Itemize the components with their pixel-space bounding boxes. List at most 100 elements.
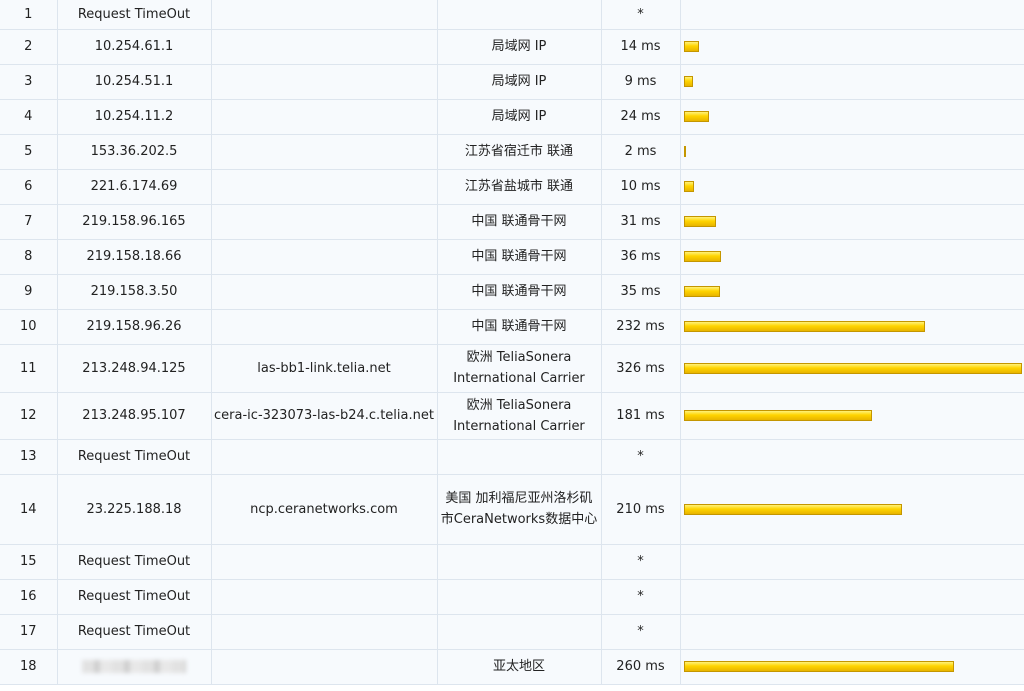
latency-bar-cell [680, 309, 1024, 345]
hop-location: 中国 联通骨干网 [437, 309, 602, 345]
table-row: 8 219.158.18.66 中国 联通骨干网 36 ms [0, 239, 1024, 275]
hop-time: 326 ms [601, 344, 681, 393]
hop-location: 欧洲 TeliaSonera International Carrier [437, 392, 602, 440]
hop-number: 11 [0, 344, 58, 393]
hop-location: 江苏省盐城市 联通 [437, 169, 602, 205]
hop-ip: 10.254.51.1 [57, 64, 212, 100]
hop-location [437, 0, 602, 30]
hop-hostname: ncp.ceranetworks.com [211, 474, 438, 545]
hop-hostname [211, 29, 438, 65]
latency-bar-cell [680, 649, 1024, 685]
hop-location [437, 579, 602, 615]
latency-bar [683, 362, 1022, 374]
table-row: 1 Request TimeOut * [0, 0, 1024, 30]
table-row: 7 219.158.96.165 中国 联通骨干网 31 ms [0, 204, 1024, 240]
hop-ip: 219.158.96.26 [57, 309, 212, 345]
hop-number: 7 [0, 204, 58, 240]
hop-location [437, 544, 602, 580]
latency-bar-cell [680, 579, 1024, 615]
hop-ip: 221.6.174.69 [57, 169, 212, 205]
hop-ip: Request TimeOut [57, 544, 212, 580]
table-row: 2 10.254.61.1 局域网 IP 14 ms [0, 29, 1024, 65]
table-row: 3 10.254.51.1 局域网 IP 9 ms [0, 64, 1024, 100]
hop-hostname [211, 99, 438, 135]
latency-bar-cell [680, 344, 1024, 393]
table-row: 15 Request TimeOut * [0, 544, 1024, 580]
hop-number: 8 [0, 239, 58, 275]
hop-ip: 213.248.94.125 [57, 344, 212, 393]
hop-number: 5 [0, 134, 58, 170]
hop-hostname: cera-ic-323073-las-b24.c.telia.net [211, 392, 438, 440]
hop-hostname [211, 239, 438, 275]
latency-bar-cell [680, 99, 1024, 135]
hop-hostname: las-bb1-link.telia.net [211, 344, 438, 393]
hop-time: 210 ms [601, 474, 681, 545]
traceroute-table: 1 Request TimeOut * 2 10.254.61.1 局域网 IP… [0, 0, 1024, 685]
latency-bar-cell [680, 169, 1024, 205]
latency-bar [683, 321, 925, 332]
hop-time: * [601, 0, 681, 30]
hop-ip [57, 649, 212, 685]
table-row: 10 219.158.96.26 中国 联通骨干网 232 ms [0, 309, 1024, 345]
table-row: 4 10.254.11.2 局域网 IP 24 ms [0, 99, 1024, 135]
hop-hostname [211, 649, 438, 685]
hop-ip: Request TimeOut [57, 0, 212, 30]
hop-location: 中国 联通骨干网 [437, 274, 602, 310]
hop-ip: 10.254.61.1 [57, 29, 212, 65]
table-row: 11 213.248.94.125 las-bb1-link.telia.net… [0, 344, 1024, 393]
table-row: 12 213.248.95.107 cera-ic-323073-las-b24… [0, 392, 1024, 440]
hop-hostname [211, 579, 438, 615]
hop-hostname [211, 0, 438, 30]
hop-number: 15 [0, 544, 58, 580]
hop-number: 4 [0, 99, 58, 135]
table-row: 18 亚太地区 260 ms [0, 649, 1024, 685]
hop-location [437, 439, 602, 475]
latency-bar-cell [680, 614, 1024, 650]
hop-time: 10 ms [601, 169, 681, 205]
hop-location: 局域网 IP [437, 64, 602, 100]
hop-location: 中国 联通骨干网 [437, 204, 602, 240]
hop-number: 16 [0, 579, 58, 615]
latency-bar [683, 410, 872, 421]
hop-hostname [211, 204, 438, 240]
latency-bar-cell [680, 29, 1024, 65]
latency-bar [683, 216, 716, 227]
latency-bar-cell [680, 0, 1024, 30]
hop-ip: 219.158.18.66 [57, 239, 212, 275]
table-row: 6 221.6.174.69 江苏省盐城市 联通 10 ms [0, 169, 1024, 205]
hop-location: 美国 加利福尼亚州洛杉矶市CeraNetworks数据中心 [437, 474, 602, 545]
hop-ip: 10.254.11.2 [57, 99, 212, 135]
hop-location: 江苏省宿迁市 联通 [437, 134, 602, 170]
hop-number: 1 [0, 0, 58, 30]
hop-location: 局域网 IP [437, 29, 602, 65]
hop-location: 局域网 IP [437, 99, 602, 135]
latency-bar [683, 146, 686, 157]
table-row: 5 153.36.202.5 江苏省宿迁市 联通 2 ms [0, 134, 1024, 170]
hop-ip: 219.158.3.50 [57, 274, 212, 310]
table-row: 13 Request TimeOut * [0, 439, 1024, 475]
latency-bar [683, 181, 694, 192]
hop-number: 14 [0, 474, 58, 545]
latency-bar [683, 286, 720, 297]
latency-bar [683, 251, 721, 262]
hop-number: 17 [0, 614, 58, 650]
hop-time: 232 ms [601, 309, 681, 345]
hop-number: 13 [0, 439, 58, 475]
hop-time: 36 ms [601, 239, 681, 275]
latency-bar [683, 41, 699, 52]
table-row: 14 23.225.188.18 ncp.ceranetworks.com 美国… [0, 474, 1024, 545]
hop-time: 260 ms [601, 649, 681, 685]
hop-time: * [601, 544, 681, 580]
latency-bar-cell [680, 239, 1024, 275]
hop-hostname [211, 134, 438, 170]
hop-location: 亚太地区 [437, 649, 602, 685]
hop-time: 181 ms [601, 392, 681, 440]
latency-bar [683, 76, 693, 87]
hop-location: 欧洲 TeliaSonera International Carrier [437, 344, 602, 393]
hop-number: 18 [0, 649, 58, 685]
latency-bar-cell [680, 474, 1024, 545]
table-row: 9 219.158.3.50 中国 联通骨干网 35 ms [0, 274, 1024, 310]
hop-time: 9 ms [601, 64, 681, 100]
table-row: 16 Request TimeOut * [0, 579, 1024, 615]
latency-bar-cell [680, 274, 1024, 310]
